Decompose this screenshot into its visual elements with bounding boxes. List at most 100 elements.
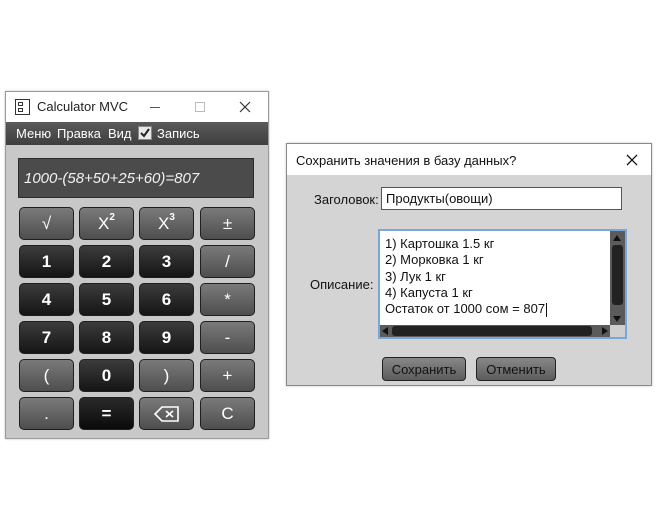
key-label: - [224, 327, 231, 347]
title-field[interactable]: Продукты(овощи) [381, 187, 622, 210]
cancel-button[interactable]: Отменить [476, 357, 556, 381]
key-label: = [101, 403, 112, 423]
key-label: ( [43, 365, 50, 385]
scrollbar-corner [610, 325, 625, 337]
calculator-window: Calculator MVC Меню Правка Вид Запись 10… [5, 91, 269, 439]
description-line: Остаток от 1000 сом = 807 [385, 301, 548, 317]
key-label: 0 [101, 365, 112, 385]
title-field-label: Заголовок: [314, 192, 379, 207]
dialog-titlebar[interactable]: Сохранить значения в базу данных? [287, 144, 651, 175]
scroll-right-icon[interactable] [602, 327, 608, 335]
description-line: 3) Лук 1 кг [385, 269, 547, 285]
display-expression: 1000-(58+50+25+60)=807 [24, 170, 200, 187]
key-label: X [158, 213, 170, 233]
vertical-scrollbar[interactable] [610, 231, 625, 325]
multiply-key[interactable]: * [200, 283, 255, 316]
key-label: 9 [161, 327, 172, 347]
digit-2-key[interactable]: 2 [79, 245, 134, 278]
description-line: 2) Морковка 1 кг [385, 252, 547, 268]
key-label: 4 [41, 289, 52, 309]
key-label: 2 [101, 251, 112, 271]
digit-0-key[interactable]: 0 [79, 359, 134, 392]
dialog-close-button[interactable] [622, 151, 642, 169]
key-label: 3 [161, 251, 172, 271]
menu-main[interactable]: Меню [16, 126, 51, 141]
digit-3-key[interactable]: 3 [139, 245, 194, 278]
key-exponent: 2 [109, 212, 115, 223]
close-paren-key[interactable]: ) [139, 359, 194, 392]
clear-key[interactable]: C [200, 397, 255, 430]
description-field-label: Описание: [310, 277, 374, 292]
description-text: 1) Картошка 1.5 кг 2) Морковка 1 кг 3) Лук… [385, 236, 548, 317]
description-line: 4) Капуста 1 кг [385, 285, 547, 301]
description-textarea[interactable]: 1) Картошка 1.5 кг 2) Морковка 1 кг 3) Лук… [378, 229, 627, 339]
decimal-key[interactable]: . [19, 397, 74, 430]
maximize-icon [195, 102, 205, 112]
minimize-icon [150, 107, 160, 108]
description-line-text: 4) Капуста 1 кг [385, 284, 473, 300]
calculator-titlebar[interactable]: Calculator MVC [6, 92, 268, 122]
minus-key[interactable]: - [200, 321, 255, 354]
divide-key[interactable]: / [200, 245, 255, 278]
horizontal-scrollbar[interactable] [380, 325, 610, 337]
menu-bar: Меню Правка Вид Запись [6, 122, 268, 145]
description-line-text: 1) Картошка 1.5 кг [385, 236, 495, 251]
cube-key[interactable]: X3 [139, 207, 194, 240]
text-caret [546, 302, 548, 317]
save-dialog: Сохранить значения в базу данных? Заголо… [286, 143, 652, 386]
description-line-text: 2) Морковка 1 кг [385, 252, 484, 268]
description-line-text: 3) Лук 1 кг [385, 268, 446, 284]
digit-6-key[interactable]: 6 [139, 283, 194, 316]
key-label: 1 [41, 251, 52, 271]
digit-7-key[interactable]: 7 [19, 321, 74, 354]
description-line-text: Остаток от 1000 сом = 807 [385, 301, 546, 317]
equals-key[interactable]: = [79, 397, 134, 430]
digit-9-key[interactable]: 9 [139, 321, 194, 354]
square-key[interactable]: X2 [79, 207, 134, 240]
window-title: Calculator MVC [37, 99, 129, 114]
close-button[interactable] [222, 92, 268, 122]
checkmark-icon [140, 128, 150, 138]
key-label: 6 [161, 289, 172, 309]
save-button[interactable]: Сохранить [382, 357, 466, 381]
menu-edit[interactable]: Правка [57, 126, 101, 141]
description-line: 1) Картошка 1.5 кг [385, 236, 547, 252]
plus-minus-key[interactable]: ± [200, 207, 255, 240]
scroll-left-icon[interactable] [382, 327, 388, 335]
sqrt-key[interactable]: √ [19, 207, 74, 240]
backspace-icon [153, 405, 179, 422]
key-label: X [98, 213, 110, 233]
scroll-down-icon[interactable] [613, 316, 621, 322]
digit-5-key[interactable]: 5 [79, 283, 134, 316]
close-icon [626, 154, 638, 166]
minimize-button[interactable] [131, 92, 177, 122]
key-label: 5 [101, 289, 112, 309]
maximize-button[interactable] [177, 92, 223, 122]
vertical-scroll-thumb[interactable] [612, 245, 623, 305]
key-label: √ [41, 213, 52, 233]
record-label[interactable]: Запись [157, 126, 200, 141]
digit-8-key[interactable]: 8 [79, 321, 134, 354]
key-label: ± [222, 213, 233, 233]
menu-view[interactable]: Вид [108, 126, 132, 141]
scroll-up-icon[interactable] [613, 235, 621, 241]
digit-4-key[interactable]: 4 [19, 283, 74, 316]
key-label: * [224, 289, 231, 309]
key-exponent: 3 [169, 212, 175, 223]
key-label: ) [163, 365, 170, 385]
calculator-display: 1000-(58+50+25+60)=807 [18, 158, 254, 198]
backspace-key[interactable] [139, 397, 194, 430]
key-label: / [225, 251, 230, 271]
plus-key[interactable]: + [200, 359, 255, 392]
record-checkbox[interactable] [138, 126, 152, 140]
calculator-app-icon [15, 99, 30, 115]
key-label: 8 [101, 327, 112, 347]
key-label: C [221, 403, 234, 423]
key-label: + [222, 365, 233, 385]
key-label: 7 [41, 327, 52, 347]
open-paren-key[interactable]: ( [19, 359, 74, 392]
digit-1-key[interactable]: 1 [19, 245, 74, 278]
close-icon [239, 101, 251, 113]
horizontal-scroll-thumb[interactable] [392, 326, 592, 336]
key-label: . [44, 403, 49, 423]
